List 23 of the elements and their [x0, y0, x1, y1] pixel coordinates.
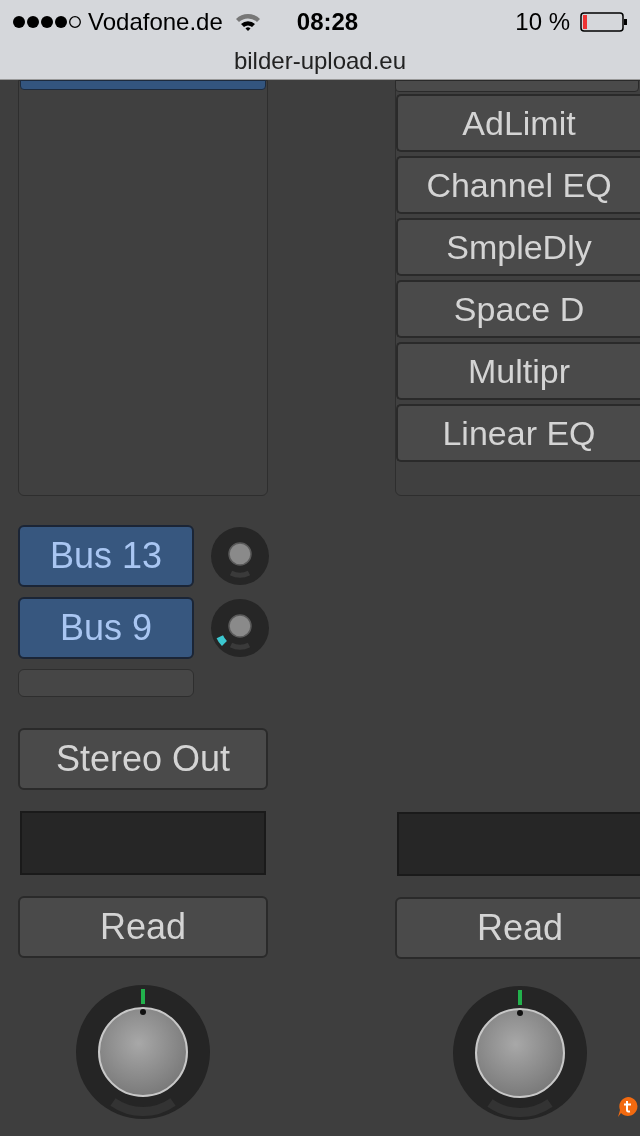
pan-knob[interactable] — [452, 985, 588, 1121]
plugin-button[interactable]: Space D — [396, 280, 640, 338]
wifi-icon — [234, 11, 261, 32]
signal-icon — [12, 14, 82, 29]
plugin-button[interactable]: Linear EQ — [396, 404, 640, 462]
automation-button[interactable]: Read — [395, 897, 640, 959]
page-url[interactable]: bilder-upload.eu — [233, 43, 407, 79]
send-knob[interactable] — [210, 598, 270, 658]
carrier-name: Vodafone.de — [88, 6, 223, 37]
output-button[interactable]: Stereo Out — [18, 728, 268, 790]
plugin-button[interactable]: SmpleDly — [396, 218, 640, 276]
automation-button[interactable]: Read — [18, 896, 268, 958]
clock-time: 08:28 — [296, 6, 359, 37]
plugin-button[interactable]: Channel EQ — [396, 156, 640, 214]
send-button[interactable]: Bus 9 — [18, 597, 194, 659]
battery-percent: 10 % — [515, 6, 570, 37]
plugin-button[interactable]: AdLimit — [396, 94, 640, 152]
plugin-button[interactable]: Multipr — [396, 342, 640, 400]
speech-bubble-icon — [617, 1096, 639, 1118]
pan-knob[interactable] — [75, 984, 211, 1120]
send-knob[interactable] — [210, 526, 270, 586]
battery-icon — [580, 11, 628, 32]
send-button[interactable]: Bus 13 — [18, 525, 194, 587]
